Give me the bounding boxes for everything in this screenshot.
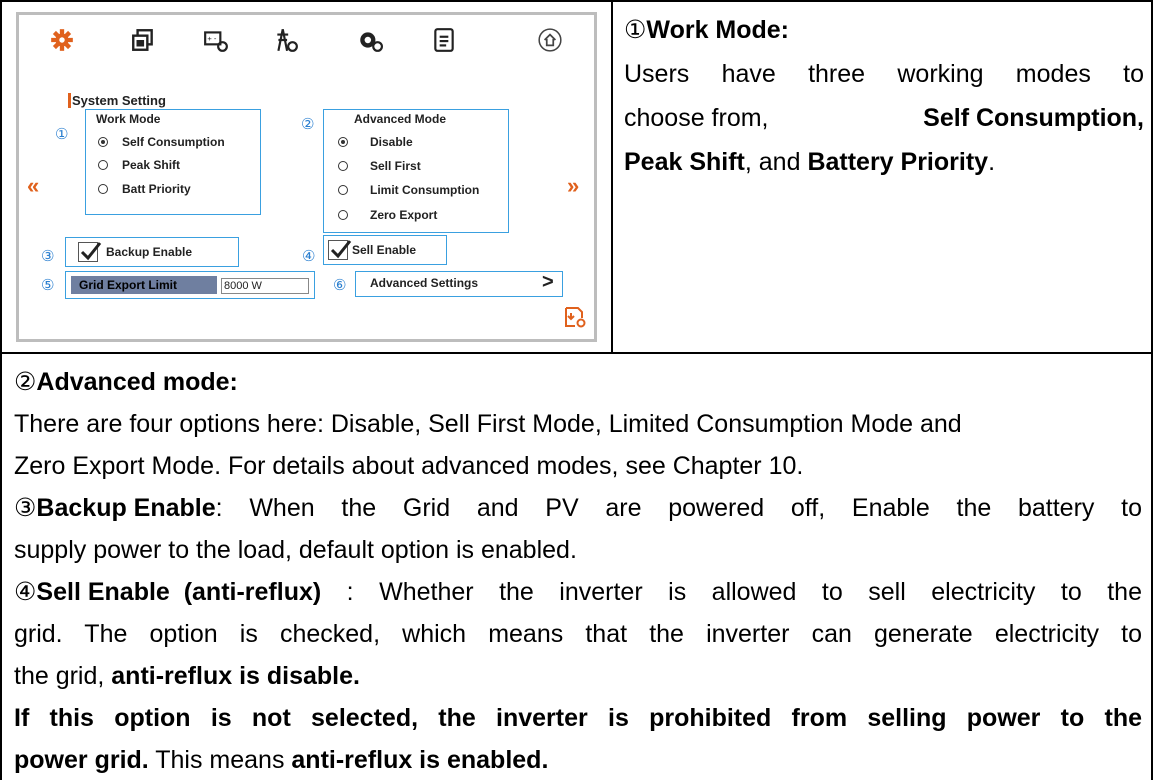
radio[interactable] [338, 185, 348, 195]
heading-text: Advanced mode: [36, 368, 238, 396]
backup-line-1: ③ Backup Enable: When the Grid and PV are… [14, 490, 1142, 526]
advanced-mode-option[interactable]: Sell First [338, 159, 421, 173]
work-mode-box: Work Mode Self Consumption Peak Shift Ba… [85, 109, 261, 215]
section-marker [68, 93, 71, 108]
sell-number: ④ [302, 247, 316, 265]
grid-limit-input[interactable]: 8000 W [221, 278, 309, 294]
grid-limit-number: ⑤ [41, 276, 55, 294]
sell-label: Sell Enable [352, 243, 417, 257]
work-mode-option[interactable]: Self Consumption [98, 135, 225, 149]
sell-line-3: the grid, anti-reflux is disable. [14, 658, 360, 694]
prev-page-arrow[interactable]: « [27, 173, 39, 199]
sell-enable-row[interactable]: Sell Enable [323, 235, 447, 265]
text-span: : Whether the inverter is allowed to sel… [321, 578, 1142, 606]
option-label: Peak Shift [122, 158, 181, 172]
advanced-settings-button[interactable]: Advanced Settings > [355, 271, 563, 297]
warning-line-2: power grid. This means anti-reflux is en… [14, 742, 548, 778]
home-icon[interactable] [537, 27, 563, 53]
text-span: choose from, [624, 104, 769, 132]
work-mode-heading: ①Work Mode: [624, 12, 789, 48]
table-divider-horizontal [0, 352, 1153, 354]
radio-selected[interactable] [338, 137, 348, 147]
heading-number: ④ [14, 578, 37, 606]
text-span-bold: Battery Priority [807, 148, 989, 176]
heading-number: ① [624, 16, 647, 44]
backup-checkbox[interactable] [78, 242, 102, 262]
backup-line-2: supply power to the load, default option… [14, 536, 577, 564]
text-span-bold: If this option is not selected, the inve… [14, 704, 1142, 732]
warning-line-1: If this option is not selected, the inve… [14, 700, 1142, 736]
text-span-bold: anti-reflux is enabled. [291, 746, 549, 774]
radio[interactable] [338, 161, 348, 171]
next-page-arrow[interactable]: » [567, 173, 579, 199]
radio-selected[interactable] [98, 137, 108, 147]
radio[interactable] [98, 160, 108, 170]
svg-text:+ -: + - [207, 34, 217, 43]
grid-tower-icon[interactable] [273, 27, 299, 53]
work-mode-line-1: Users have three working modes to [624, 60, 1144, 88]
chevron-right-icon: > [542, 271, 554, 293]
text-span-bold: Backup Enable [36, 494, 216, 522]
save-settings-icon[interactable] [563, 305, 587, 329]
text-span-bold: Peak Shift [624, 148, 745, 176]
text-span: : When the Grid and PV are powered off, … [215, 494, 1142, 522]
text-span-bold: anti-reflux is disable. [111, 662, 360, 690]
radio[interactable] [98, 184, 108, 194]
gear-icon[interactable] [49, 27, 75, 53]
text-span-bold: Sell Enable (anti-reflux) [36, 578, 322, 606]
sell-line-2: grid. The option is checked, which means… [14, 620, 1142, 648]
sell-checkbox[interactable] [328, 240, 352, 260]
document-icon[interactable] [431, 27, 457, 53]
advanced-mode-line-1: There are four options here: Disable, Se… [14, 410, 962, 438]
backup-number: ③ [41, 247, 55, 265]
text-span-bold: Self Consumption, [923, 104, 1144, 132]
advanced-mode-option[interactable]: Limit Consumption [338, 183, 479, 197]
text-span: the grid, [14, 662, 112, 690]
backup-enable-row[interactable]: Backup Enable [65, 237, 239, 267]
table-border-top [0, 0, 1153, 2]
option-label: Batt Priority [122, 182, 191, 196]
battery-settings-icon[interactable]: + - [203, 27, 229, 53]
advanced-mode-box: Advanced Mode Disable Sell First Limit C… [323, 109, 509, 233]
option-label: Limit Consumption [370, 183, 480, 197]
grid-limit-label: Grid Export Limit [71, 276, 217, 294]
radio[interactable] [338, 210, 348, 220]
advanced-mode-line-2: Zero Export Mode. For details about adva… [14, 452, 804, 480]
option-label: Zero Export [370, 208, 438, 222]
heading-number: ③ [14, 494, 37, 522]
heading-number: ② [14, 368, 37, 396]
sell-line-1: ④ Sell Enable (anti-reflux) : Whether the… [14, 574, 1142, 610]
option-label: Self Consumption [122, 135, 225, 149]
advanced-mode-title: Advanced Mode [354, 112, 447, 126]
copy-settings-icon[interactable] [130, 27, 156, 53]
section-title: System Setting [72, 93, 166, 108]
advanced-mode-option[interactable]: Disable [338, 135, 413, 149]
advanced-mode-heading: ②Advanced mode: [14, 364, 238, 400]
advanced-settings-label: Advanced Settings [370, 276, 479, 290]
table-divider-vertical [611, 0, 613, 354]
device-screen: + - System Setting ① Work Mode Self Cons… [16, 12, 597, 342]
advanced-mode-number: ② [301, 115, 315, 133]
work-mode-line-3: Peak Shift, and Battery Priority. [624, 144, 995, 180]
heading-text: Work Mode: [646, 16, 790, 44]
text-span-bold: power grid. [14, 746, 149, 774]
backup-label: Backup Enable [106, 245, 193, 259]
text-span: . [988, 148, 996, 176]
table-border-left [0, 0, 2, 780]
work-mode-title: Work Mode [96, 112, 161, 126]
generator-icon[interactable] [357, 27, 383, 53]
advanced-mode-option[interactable]: Zero Export [338, 208, 437, 222]
text-span: This means [148, 746, 292, 774]
work-mode-line-2: choose from, Self Consumption, [624, 100, 1144, 136]
option-label: Disable [370, 135, 413, 149]
option-label: Sell First [370, 159, 421, 173]
advanced-settings-number: ⑥ [333, 276, 347, 294]
work-mode-option[interactable]: Peak Shift [98, 158, 180, 172]
work-mode-number: ① [55, 125, 69, 143]
text-span: , and [744, 148, 808, 176]
work-mode-option[interactable]: Batt Priority [98, 182, 191, 196]
